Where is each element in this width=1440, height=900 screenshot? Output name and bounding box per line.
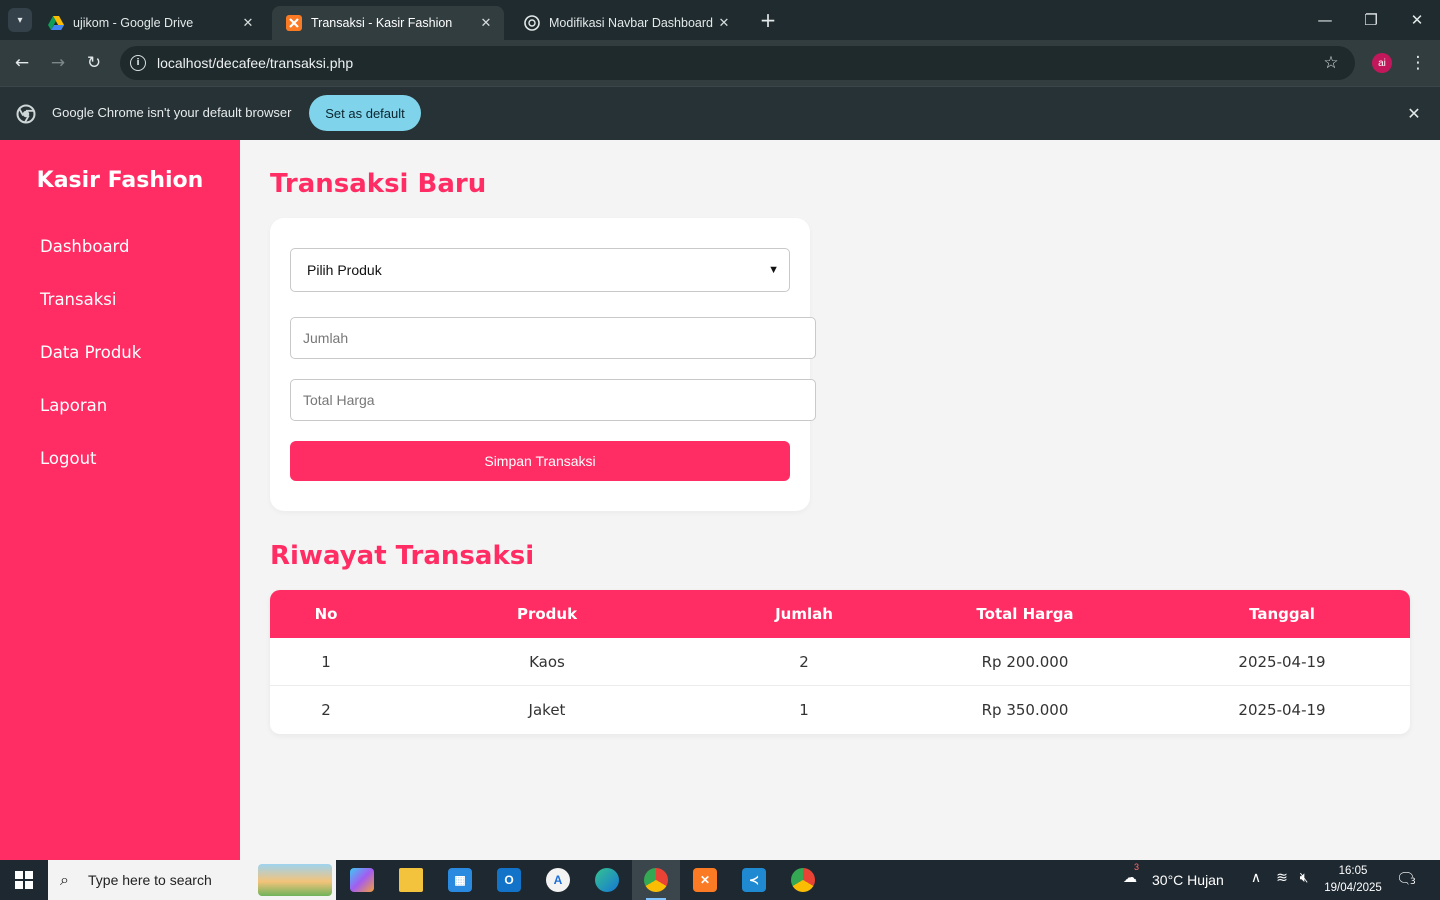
chevron-down-icon: ▼ — [768, 264, 779, 276]
bookmark-star-icon[interactable]: ☆ — [1321, 53, 1341, 73]
column-header-no: No — [314, 605, 338, 623]
weather-text[interactable]: 30°C Hujan — [1152, 872, 1224, 888]
table-cell: Jaket — [528, 701, 566, 719]
table-cell: Rp 200.000 — [981, 653, 1069, 671]
default-browser-infobar: Google Chrome isn't your default browser… — [0, 86, 1440, 140]
table-cell: 2 — [799, 653, 809, 671]
table-cell: 2025-04-19 — [1238, 653, 1326, 671]
tab-search-button[interactable]: ▾ — [8, 8, 32, 32]
sidebar-item-data-produk[interactable]: Data Produk — [40, 343, 141, 362]
google-drive-icon — [48, 15, 64, 31]
vscode-icon[interactable]: ≺ — [730, 860, 778, 900]
column-header-produk: Produk — [516, 605, 578, 623]
column-header-tanggal: Tanggal — [1249, 605, 1315, 623]
back-arrow-icon[interactable]: ← — [10, 51, 34, 75]
table-row: 1 Kaos 2 Rp 200.000 2025-04-19 — [270, 638, 1410, 686]
windows-taskbar: ⌕ Type here to search ▦ O A ✕ ≺ ☁ 3 30°C… — [0, 860, 1440, 900]
weather-rain-icon[interactable]: ☁ — [1120, 870, 1140, 886]
history-title: Riwayat Transaksi — [270, 541, 535, 571]
tab-google-drive[interactable]: ujikom - Google Drive ✕ — [34, 6, 266, 40]
column-header-total-harga: Total Harga — [976, 605, 1074, 623]
windows-start-icon[interactable] — [0, 860, 48, 900]
infobar-message: Google Chrome isn't your default browser — [52, 105, 292, 120]
table-cell: Kaos — [529, 653, 565, 671]
close-icon[interactable]: ✕ — [716, 15, 732, 31]
chrome-taskbar-icon[interactable] — [632, 860, 680, 900]
clock-date: 19/04/2025 — [1324, 882, 1382, 894]
close-icon[interactable]: ✕ — [478, 15, 494, 31]
chevron-up-icon[interactable]: ∧ — [1246, 870, 1266, 886]
product-select[interactable]: Pilih Produk ▼ — [290, 248, 790, 292]
sidebar-item-logout[interactable]: Logout — [40, 449, 97, 468]
file-explorer-icon[interactable] — [387, 860, 435, 900]
sidebar-item-transaksi[interactable]: Transaksi — [40, 290, 116, 309]
product-select-value: Pilih Produk — [307, 262, 382, 278]
quantity-input[interactable] — [290, 317, 816, 359]
xampp-icon — [286, 15, 302, 31]
new-tab-plus-icon[interactable]: + — [758, 10, 778, 30]
sidebar: Kasir Fashion Dashboard Transaksi Data P… — [0, 140, 240, 860]
weather-badge: 3 — [1134, 862, 1140, 872]
browser-toolbar: ← → ↻ i localhost/decafee/transaksi.php … — [0, 40, 1440, 86]
main-content: Transaksi Baru Pilih Produk ▼ Simpan Tra… — [240, 140, 1440, 860]
clock-time: 16:05 — [1338, 865, 1368, 877]
sidebar-item-dashboard[interactable]: Dashboard — [40, 237, 130, 256]
chrome-profile-icon[interactable] — [779, 860, 827, 900]
browser-tab-strip: ▾ ujikom - Google Drive ✕ Transaksi - Ka… — [0, 0, 1440, 40]
tab-transaksi[interactable]: Transaksi - Kasir Fashion ✕ — [272, 6, 504, 40]
taskbar-search-placeholder: Type here to search — [88, 872, 212, 888]
app-store-icon[interactable]: A — [534, 860, 582, 900]
chrome-menu-icon[interactable]: ⋮ — [1408, 51, 1428, 75]
table-cell: 2025-04-19 — [1238, 701, 1326, 719]
page-title: Transaksi Baru — [270, 169, 487, 199]
column-header-jumlah: Jumlah — [775, 605, 833, 623]
chrome-logo-icon — [16, 104, 36, 124]
save-transaction-button[interactable]: Simpan Transaksi — [290, 441, 790, 481]
history-table: No Produk Jumlah Total Harga Tanggal 1 K… — [270, 590, 1410, 734]
search-highlight-image — [258, 864, 332, 896]
microsoft-store-icon[interactable]: ▦ — [436, 860, 484, 900]
minimize-icon[interactable]: — — [1302, 0, 1348, 40]
chatgpt-icon — [524, 15, 540, 31]
sidebar-item-laporan[interactable]: Laporan — [40, 396, 107, 415]
window-close-icon[interactable]: ✕ — [1394, 0, 1440, 40]
volume-muted-icon[interactable]: 🔇︎ — [1294, 870, 1314, 886]
xampp-taskbar-icon[interactable]: ✕ — [681, 860, 729, 900]
close-icon[interactable]: ✕ — [240, 15, 256, 31]
profile-avatar[interactable]: ai — [1372, 53, 1392, 73]
set-as-default-button[interactable]: Set as default — [309, 95, 421, 131]
table-cell: 1 — [799, 701, 809, 719]
address-bar[interactable]: i localhost/decafee/transaksi.php ☆ — [120, 46, 1355, 80]
wifi-icon[interactable]: ≋ — [1272, 870, 1292, 886]
notification-count: 3 — [1408, 877, 1418, 887]
table-row: 2 Jaket 1 Rp 350.000 2025-04-19 — [270, 686, 1410, 734]
table-header: No Produk Jumlah Total Harga Tanggal — [270, 590, 1410, 638]
forward-arrow-icon[interactable]: → — [46, 51, 70, 75]
tab-modifikasi-navbar[interactable]: Modifikasi Navbar Dashboard ✕ — [510, 6, 742, 40]
reload-icon[interactable]: ↻ — [82, 51, 106, 75]
brand-title: Kasir Fashion — [36, 168, 204, 193]
site-info-icon[interactable]: i — [130, 55, 146, 71]
clock[interactable]: 16:05 19/04/2025 — [1318, 863, 1388, 897]
total-price-input[interactable] — [290, 379, 816, 421]
url-text[interactable]: localhost/decafee/transaksi.php — [157, 55, 1321, 71]
table-cell: 2 — [321, 701, 331, 719]
table-cell: 1 — [321, 653, 331, 671]
taskbar-search-box[interactable]: ⌕ Type here to search — [48, 860, 336, 900]
outlook-icon[interactable]: O — [485, 860, 533, 900]
search-icon: ⌕ — [60, 870, 69, 889]
restore-icon[interactable]: ❐ — [1348, 0, 1394, 40]
edge-icon[interactable] — [583, 860, 631, 900]
notification-icon[interactable]: 🗨︎ 3 — [1396, 869, 1420, 891]
transaction-form-card: Pilih Produk ▼ Simpan Transaksi — [270, 218, 816, 511]
table-cell: Rp 350.000 — [981, 701, 1069, 719]
copilot-icon[interactable] — [338, 860, 386, 900]
infobar-close-icon[interactable]: ✕ — [1404, 104, 1424, 124]
